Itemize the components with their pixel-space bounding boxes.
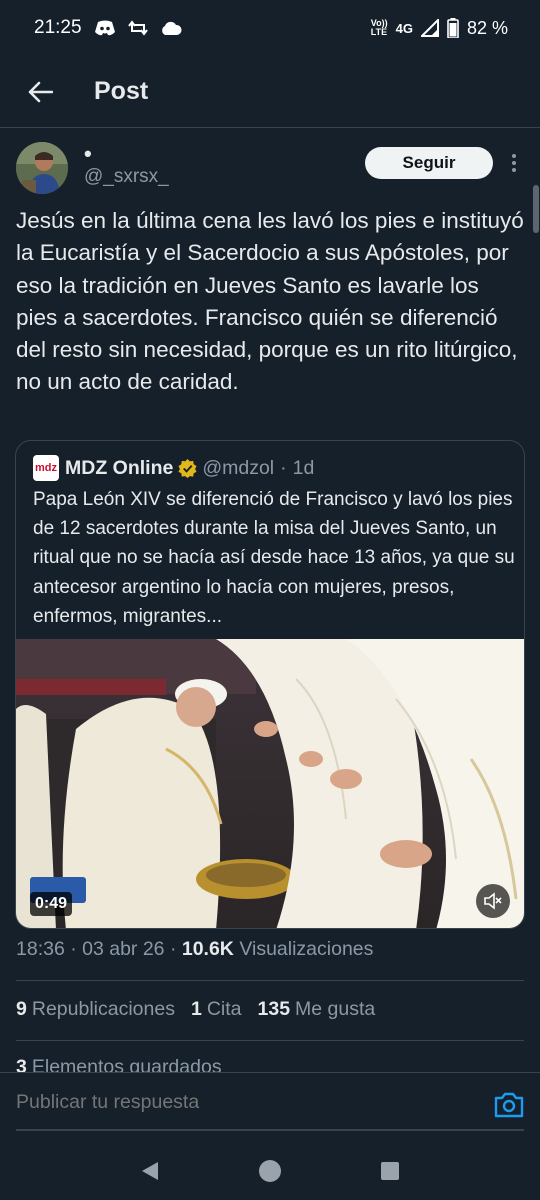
cloud-icon bbox=[161, 21, 182, 35]
video-thumbnail bbox=[16, 639, 524, 928]
divider bbox=[16, 980, 524, 981]
post-body: Jesús en la última cena les lavó los pie… bbox=[16, 208, 524, 395]
quoted-post-time: 1d bbox=[292, 456, 315, 479]
camera-icon bbox=[494, 1092, 524, 1118]
author-handle[interactable]: @_sxrsx_ bbox=[84, 166, 169, 188]
separator-dot: · bbox=[280, 456, 287, 479]
quoted-post[interactable]: mdz MDZ Online @mdzol · 1d Papa León XIV… bbox=[15, 440, 525, 929]
discord-icon bbox=[94, 20, 115, 36]
battery-icon bbox=[447, 18, 459, 38]
volte-indicator: Vo)) LTE bbox=[370, 18, 388, 37]
post-author: • @_sxrsx_ Seguir bbox=[16, 142, 524, 196]
nav-home-button[interactable] bbox=[255, 1156, 285, 1186]
quoted-post-header: mdz MDZ Online @mdzol · 1d bbox=[33, 455, 314, 481]
author-name[interactable]: • bbox=[84, 142, 92, 166]
quoted-author-name: MDZ Online bbox=[65, 456, 174, 479]
reply-bar bbox=[0, 1072, 540, 1142]
square-recents-icon bbox=[381, 1162, 399, 1180]
likes-stat[interactable]: 135 Me gusta bbox=[258, 998, 376, 1021]
network-type: 4G bbox=[395, 20, 413, 36]
post-timestamp: 18:36 · 03 abr 26 · bbox=[16, 938, 177, 960]
quoted-author-handle: @mdzol bbox=[202, 456, 275, 479]
sync-icon bbox=[127, 20, 148, 36]
reply-input[interactable] bbox=[16, 1091, 476, 1114]
status-time: 21:25 bbox=[34, 17, 82, 38]
system-nav-bar bbox=[0, 1142, 540, 1200]
battery-level: 82 % bbox=[466, 17, 508, 38]
speaker-muted-icon bbox=[484, 892, 502, 910]
camera-button[interactable] bbox=[494, 1091, 524, 1119]
video-player[interactable]: 0:49 bbox=[16, 639, 524, 928]
reposts-stat[interactable]: 9 Republicaciones bbox=[16, 998, 175, 1021]
back-button[interactable] bbox=[20, 72, 60, 112]
page-title: Post bbox=[94, 77, 149, 105]
triangle-back-icon bbox=[142, 1162, 158, 1180]
views-label: Visualizaciones bbox=[239, 938, 374, 960]
status-bar: 21:25 Vo)) LTE 4G 82 % bbox=[0, 0, 540, 56]
more-options-icon[interactable] bbox=[506, 150, 522, 176]
nav-back-button[interactable] bbox=[135, 1156, 165, 1186]
engagement-stats: 9 Republicaciones 1 Cita 135 Me gusta bbox=[16, 998, 375, 1021]
follow-button[interactable]: Seguir bbox=[365, 147, 493, 179]
mdz-logo: mdz bbox=[33, 455, 59, 481]
video-duration: 0:49 bbox=[30, 892, 73, 916]
post-meta: 18:36 · 03 abr 26 · 10.6K Visualizacione… bbox=[16, 938, 373, 961]
signal-icon bbox=[420, 19, 439, 37]
views-count: 10.6K bbox=[181, 938, 234, 960]
scrollbar[interactable] bbox=[533, 185, 539, 233]
reply-underline bbox=[16, 1129, 524, 1131]
quotes-stat[interactable]: 1 Cita bbox=[191, 998, 242, 1021]
quoted-post-body: Papa León XIV se diferenció de Francisco… bbox=[33, 489, 515, 627]
app-header: Post bbox=[0, 56, 540, 128]
avatar[interactable] bbox=[16, 142, 68, 194]
divider bbox=[16, 1040, 524, 1041]
verified-badge-icon bbox=[178, 458, 197, 478]
avatar-image bbox=[16, 142, 68, 194]
circle-home-icon bbox=[259, 1160, 281, 1182]
arrow-left-icon bbox=[28, 81, 53, 102]
mute-button[interactable] bbox=[476, 884, 510, 918]
nav-recents-button[interactable] bbox=[375, 1156, 405, 1186]
